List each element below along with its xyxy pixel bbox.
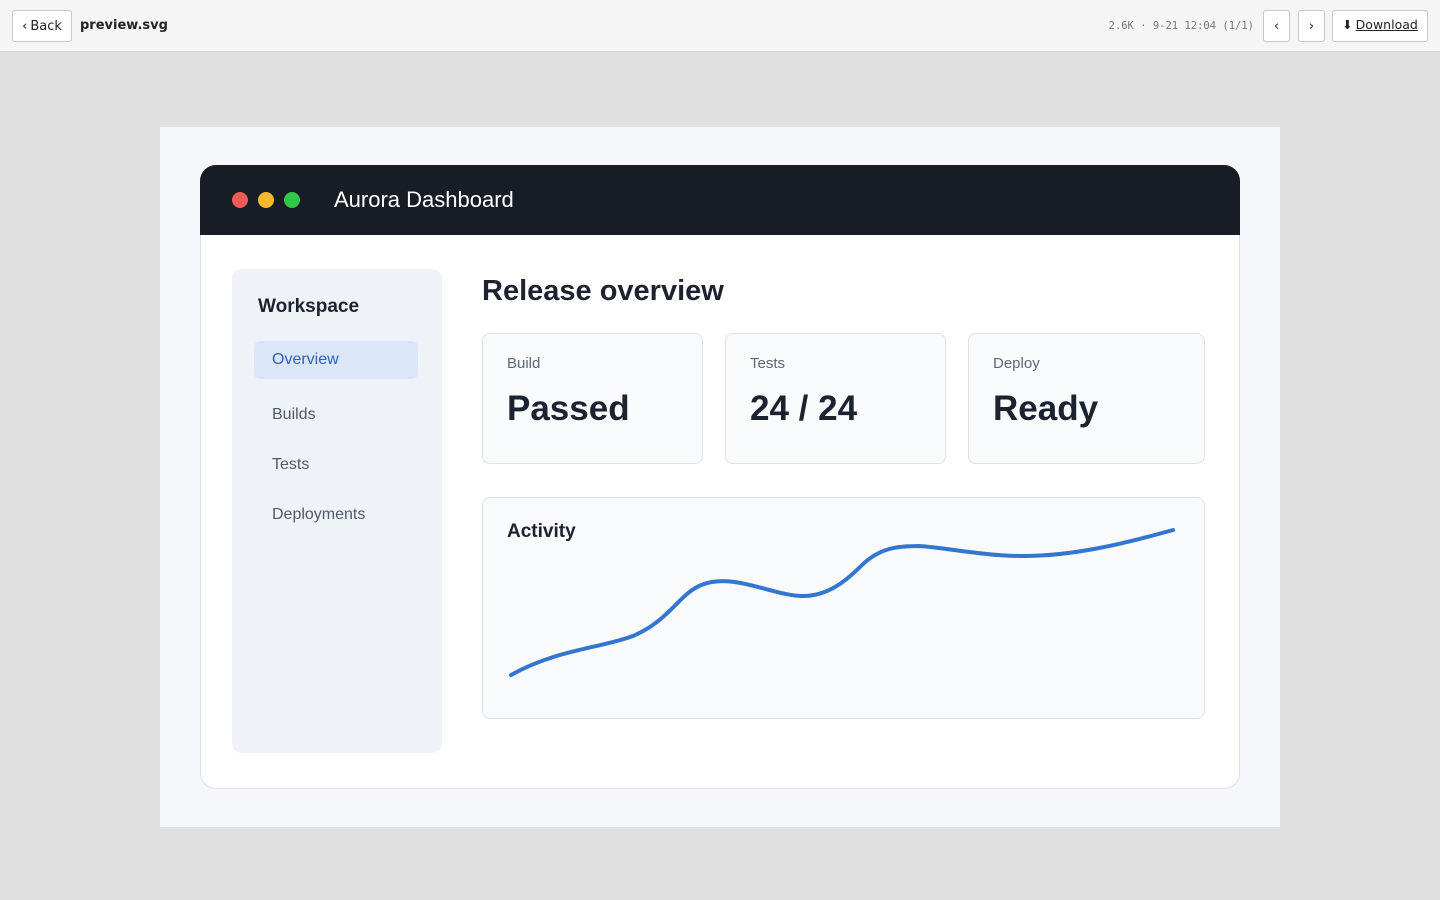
window-maximize-dot [284,192,300,208]
chevron-left-icon: ‹ [1273,18,1280,34]
file-meta: 2.6K · 9-21 12:04 (1/1) [1108,20,1254,32]
activity-sparkline [509,528,1175,677]
page-title: Release overview [482,275,724,307]
sidebar-item-builds[interactable]: Builds [254,396,418,434]
viewer-toolbar: ‹ Back preview.svg 2.6K · 9-21 12:04 (1/… [0,0,1440,52]
back-button-label: Back [30,18,62,34]
activity-title: Activity [507,521,576,542]
preview-canvas: Aurora Dashboard Workspace Overview Buil… [160,127,1280,827]
window-title: Aurora Dashboard [334,187,514,212]
activity-card: Activity [482,497,1205,719]
window-close-dot [232,192,248,208]
chevron-right-icon: › [1308,18,1315,34]
dashboard-window: Aurora Dashboard Workspace Overview Buil… [200,165,1240,789]
sidebar: Workspace Overview Builds Tests Deployme… [232,269,442,753]
window-minimize-dot [258,192,274,208]
sidebar-heading: Workspace [258,296,360,317]
stat-label: Deploy [993,355,1040,372]
stat-value: 24 / 24 [750,389,858,428]
previous-file-button[interactable]: ‹ [1263,10,1290,42]
stat-card-build: Build Passed [482,333,703,464]
download-button[interactable]: ⬇ Download [1332,10,1428,42]
file-name: preview.svg [80,18,168,33]
stat-card-deploy: Deploy Ready [968,333,1205,464]
stat-label: Tests [750,355,786,372]
stat-value: Ready [993,389,1099,428]
sidebar-item-overview[interactable]: Overview [254,341,418,379]
sidebar-item-deployments[interactable]: Deployments [254,496,418,534]
chevron-left-icon: ‹ [22,18,28,34]
stat-value: Passed [507,389,630,428]
window-titlebar: Aurora Dashboard [200,165,1240,235]
download-icon: ⬇ [1342,17,1353,32]
download-button-label: Download [1355,17,1418,32]
sidebar-item-tests[interactable]: Tests [254,446,418,484]
stat-label: Build [507,355,541,372]
activity-line [509,528,1175,677]
next-file-button[interactable]: › [1298,10,1325,42]
back-button[interactable]: ‹ Back [12,10,72,42]
stat-card-tests: Tests 24 / 24 [725,333,946,464]
